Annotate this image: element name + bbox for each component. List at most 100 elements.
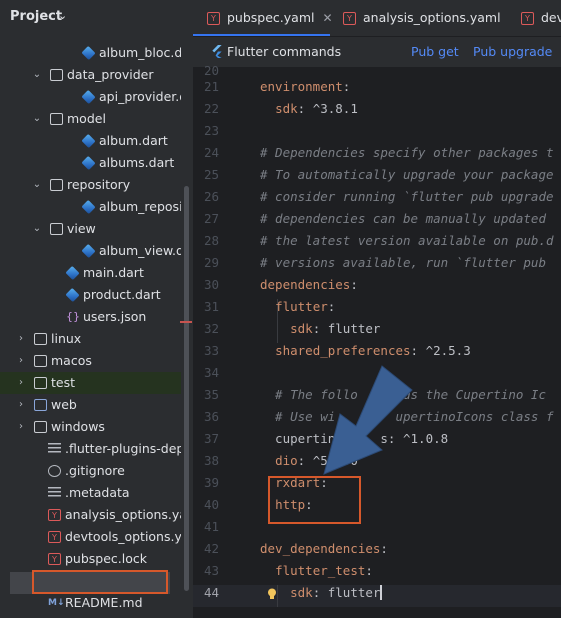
tree-item-label: pubspec.lock [65,551,148,566]
annotation-box-pubspec [32,570,168,594]
chevron-down-icon[interactable]: ⌄ [31,108,43,130]
tab-devtools[interactable]: Ydevt [521,0,561,36]
tree-file[interactable]: album_bloc.da [0,42,181,64]
yaml-file-icon: Y [343,12,356,25]
project-scrollbar[interactable] [184,186,189,591]
pub-get-button[interactable]: Pub get [411,44,459,59]
tree-folder[interactable]: ⌄ model [0,108,181,130]
tree-file[interactable]: Ypubspec.lock [0,548,181,570]
tree-folder[interactable]: ⌄ view [0,218,181,240]
close-icon[interactable]: ✕ [322,11,332,25]
tree-file[interactable]: .flutter-plugins-depe [0,438,181,460]
tree-folder[interactable]: ⌄ repository [0,174,181,196]
code-line[interactable]: flutter_test: [260,563,373,578]
tree-folder[interactable]: › windows [0,416,181,438]
tree-item-label: view [67,221,96,236]
tree-folder[interactable]: › test [0,372,181,394]
line-number: 20 [203,63,219,78]
tree-folder[interactable]: › web [0,394,181,416]
code-line[interactable]: # the latest version available on pub.d [260,233,554,248]
folder-icon [50,179,63,191]
chevron-down-icon[interactable]: ⌄ [31,218,43,240]
code-line[interactable]: # To automatically upgrade your package [260,167,554,182]
dart-file-icon [81,199,96,215]
chevron-right-icon[interactable]: › [15,372,27,394]
tree-folder[interactable]: › linux [0,328,181,350]
tab-analysis-options[interactable]: Yanalysis_options.yaml [343,0,501,36]
line-number: 38 [203,453,219,468]
tree-file[interactable]: album.dart [0,130,181,152]
tree-folder[interactable]: › macos [0,350,181,372]
project-panel: Project ⌄ album_bloc.da ⌄ data_provider api… [0,0,193,618]
tree-file[interactable]: M↓ README.md [0,592,181,614]
code-line[interactable]: environment: [260,79,350,94]
code-line[interactable]: sdk: ^3.8.1 [260,101,358,116]
code-line[interactable]: flutter: [260,299,335,314]
line-number: 33 [203,343,219,358]
tree-file[interactable]: {} users.json [0,306,181,328]
line-number: 43 [203,563,219,578]
flutter-commands-bar: Flutter commands Pub get Pub upgrade [193,37,561,67]
folder-icon [50,113,63,125]
tree-file[interactable]: .metadata [0,482,181,504]
code-line[interactable]: shared_preferences: ^2.5.3 [260,343,471,358]
folder-icon [50,69,63,81]
code-line[interactable]: # consider running `flutter pub upgrade [260,189,554,204]
line-number: 39 [203,475,219,490]
dart-file-icon [81,89,96,105]
dart-file-icon [81,155,96,171]
annotation-arrow-icon [323,365,413,475]
yaml-file-icon: Y [48,531,61,543]
line-number: 27 [203,211,219,226]
dart-file-icon [65,265,80,281]
chevron-right-icon[interactable]: › [15,328,27,350]
tree-item-label: .flutter-plugins-depe [65,441,181,456]
tree-file[interactable]: album_reposito [0,196,181,218]
tab-label: devt [541,10,561,25]
code-line[interactable]: dev_dependencies: [260,541,388,556]
tab-pubspec-yaml[interactable]: Ypubspec.yaml ✕ [207,0,333,36]
tree-folder[interactable]: ⌄ data_provider [0,64,181,86]
lightbulb-icon[interactable] [267,588,277,600]
text-caret [380,585,382,600]
code-line[interactable]: # Dependencies specify other packages t [260,145,554,160]
line-number: 24 [203,145,219,160]
chevron-down-icon[interactable]: ⌄ [58,9,67,22]
flutter-logo-icon [212,45,222,58]
line-number: 21 [203,79,219,94]
folder-icon [34,355,47,367]
line-number: 41 [203,519,219,534]
tree-file[interactable]: Yanalysis_options.yam [0,504,181,526]
code-line[interactable]: sdk: flutter [260,321,380,336]
code-line[interactable]: # dependencies can be manually updated [260,211,554,226]
project-header[interactable]: Project ⌄ [0,0,193,36]
tree-item-label: .metadata [65,485,130,500]
chevron-right-icon[interactable]: › [15,394,27,416]
tree-file[interactable]: main.dart [0,262,181,284]
chevron-down-icon[interactable]: ⌄ [31,64,43,86]
line-number: 25 [203,167,219,182]
tree-file[interactable]: albums.dart [0,152,181,174]
code-editor[interactable]: 20 21 environment: 22 sdk: ^3.8.1 23 24 # Depe… [193,63,561,618]
yaml-file-icon: Y [48,509,61,521]
chevron-right-icon[interactable]: › [15,416,27,438]
tree-file[interactable]: product.dart [0,284,181,306]
line-number: 44 [203,585,219,600]
folder-icon [34,377,47,389]
tree-item-label: data_provider [67,67,154,82]
chevron-right-icon[interactable]: › [15,350,27,372]
tree-file[interactable]: api_provider.da [0,86,181,108]
tree-file[interactable]: album_view.da [0,240,181,262]
tree-file[interactable]: .gitignore [0,460,181,482]
tree-item-label: analysis_options.yam [65,507,181,522]
yaml-file-icon: Y [521,12,534,25]
chevron-down-icon[interactable]: ⌄ [31,174,43,196]
code-line[interactable]: dependencies: [260,277,358,292]
code-line[interactable]: # versions available, run `flutter pub [260,255,554,270]
code-line[interactable]: sdk: flutter [260,585,382,600]
tree-item-label: repository [67,177,131,192]
tree-item-label: api_provider.da [99,89,181,104]
tree-file[interactable]: Ydevtools_options.yan [0,526,181,548]
pub-upgrade-button[interactable]: Pub upgrade [473,44,552,59]
text-file-icon [48,487,61,499]
